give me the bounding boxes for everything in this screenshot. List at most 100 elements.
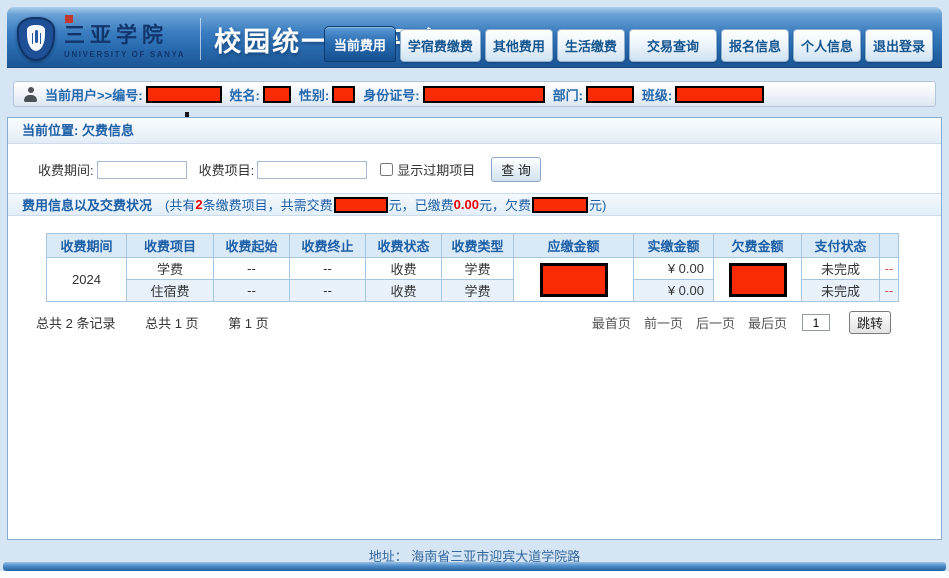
col-pay-status: 支付状态 [802, 234, 880, 258]
cell-status: 收费 [366, 258, 442, 280]
cell-amount-due-redacted [514, 258, 634, 302]
redacted-class [675, 86, 764, 103]
page: 三亚学院 UNIVERSITY OF SANYA 校园统一支付平台 当前费用 学… [0, 0, 949, 578]
col-end: 收费终止 [290, 234, 366, 258]
cell-end: -- [290, 258, 366, 280]
item-input[interactable] [257, 161, 367, 179]
current-page: 第 1 页 [228, 316, 268, 331]
field-label-gender: 性别: [299, 85, 329, 104]
redacted-total-due [334, 197, 388, 213]
redacted-total-arrears [532, 197, 588, 213]
redacted-gender [332, 86, 355, 103]
col-amount-owed: 欠费金额 [714, 234, 802, 258]
show-expired-label: 显示过期项目 [397, 160, 475, 179]
page-number-input[interactable] [802, 314, 830, 331]
tab-transaction-query[interactable]: 交易查询 [629, 29, 717, 62]
col-action [880, 234, 899, 258]
cell-amount-owed-redacted [714, 258, 802, 302]
university-name-cn: 三亚学院 [64, 19, 185, 49]
redacted-amount-owed [729, 263, 787, 297]
search-form: 收费期间: 收费项目: 显示过期项目 查 询 [8, 144, 941, 193]
field-label-name: 姓名: [230, 85, 260, 104]
col-type: 收费类型 [442, 234, 514, 258]
university-emblem-icon [17, 17, 55, 61]
period-label: 收费期间: [38, 160, 94, 179]
summary-seg-close: 元) [589, 195, 606, 214]
redacted-student-id [146, 86, 222, 103]
cell-pay-status: 未完成 [802, 280, 880, 302]
cell-start: -- [214, 280, 290, 302]
tab-logout[interactable]: 退出登录 [865, 29, 933, 62]
redacted-name [263, 86, 291, 103]
pagination-bar: 总共 2 条记录 总共 1 页 第 1 页 最首页 前一页 后一页 最后页 跳转 [36, 311, 891, 334]
seal-icon [65, 15, 73, 23]
footer-bottom-space [0, 571, 949, 578]
cell-start: -- [214, 258, 290, 280]
cell-action: -- [880, 258, 899, 280]
summary-seg-yuan2: 元，欠费 [479, 195, 531, 214]
university-name: 三亚学院 UNIVERSITY OF SANYA [64, 19, 185, 59]
table-header-row: 收费期间 收费项目 收费起始 收费终止 收费状态 收费类型 应缴金额 实缴金额 … [47, 234, 899, 258]
record-counts: 总共 2 条记录 总共 1 页 第 1 页 [36, 313, 295, 332]
summary-seg-open: (共有 [165, 195, 195, 214]
breadcrumb: 当前位置: 欠费信息 [8, 118, 941, 144]
cell-period: 2024 [47, 258, 127, 302]
col-amount-due: 应缴金额 [514, 234, 634, 258]
query-button[interactable]: 查 询 [491, 157, 541, 182]
summary-count: 2 [195, 197, 202, 212]
jump-button[interactable]: 跳转 [849, 311, 891, 334]
tab-current-fees[interactable]: 当前费用 [324, 26, 396, 62]
footer-strip [3, 562, 946, 571]
field-label-department: 部门: [553, 85, 583, 104]
col-period: 收费期间 [47, 234, 127, 258]
col-start: 收费起始 [214, 234, 290, 258]
show-expired-checkbox[interactable] [380, 163, 393, 176]
redacted-id-card [423, 86, 545, 103]
tab-registration-info[interactable]: 报名信息 [721, 29, 789, 62]
app-header: 三亚学院 UNIVERSITY OF SANYA 校园统一支付平台 当前费用 学… [7, 7, 942, 68]
col-status: 收费状态 [366, 234, 442, 258]
cell-item: 学费 [127, 258, 214, 280]
summary-seg-items: 条缴费项目，共需交费 [203, 195, 333, 214]
tab-personal-info[interactable]: 个人信息 [793, 29, 861, 62]
table-row: 2024 学费 -- -- 收费 学费 ¥ 0.00 未完成 -- [47, 258, 899, 280]
prev-page-link[interactable]: 前一页 [644, 313, 683, 332]
cell-end: -- [290, 280, 366, 302]
fees-table: 收费期间 收费项目 收费起始 收费终止 收费状态 收费类型 应缴金额 实缴金额 … [46, 233, 899, 302]
cell-type: 学费 [442, 258, 514, 280]
last-page-link[interactable]: 最后页 [748, 313, 787, 332]
field-label-id-card: 身份证号: [363, 85, 419, 104]
col-amount-paid: 实缴金额 [634, 234, 714, 258]
total-records: 总共 2 条记录 [36, 316, 115, 331]
period-input[interactable] [97, 161, 187, 179]
cell-status: 收费 [366, 280, 442, 302]
next-page-link[interactable]: 后一页 [696, 313, 735, 332]
summary-title: 费用信息以及交费状况 [22, 195, 152, 214]
col-item: 收费项目 [127, 234, 214, 258]
tab-other-fees[interactable]: 其他费用 [485, 29, 553, 62]
summary-paid: 0.00 [454, 197, 479, 212]
cell-type: 学费 [442, 280, 514, 302]
main-nav: 当前费用 学宿费缴费 其他费用 生活缴费 交易查询 报名信息 个人信息 退出登录 [324, 26, 933, 62]
tab-tuition-dorm-payment[interactable]: 学宿费缴费 [400, 29, 481, 62]
cell-pay-status: 未完成 [802, 258, 880, 280]
cell-amount-paid: ¥ 0.00 [634, 258, 714, 280]
logo-divider [200, 18, 201, 60]
item-label: 收费项目: [199, 160, 255, 179]
cell-item: 住宿费 [127, 280, 214, 302]
field-label-id: 编号: [112, 85, 142, 104]
field-label-class: 班级: [642, 85, 672, 104]
university-name-en: UNIVERSITY OF SANYA [64, 50, 185, 59]
total-pages: 总共 1 页 [145, 316, 198, 331]
fee-summary-bar: 费用信息以及交费状况 (共有2条缴费项目，共需交费 元，已缴费0.00元，欠费 元) [8, 193, 941, 216]
content-panel: 当前位置: 欠费信息 收费期间: 收费项目: 显示过期项目 查 询 费用信息以及… [7, 117, 942, 540]
user-prefix: 当前用户>> [45, 85, 112, 104]
user-icon [23, 87, 38, 102]
cell-amount-paid: ¥ 0.00 [634, 280, 714, 302]
summary-seg-yuan1: 元，已缴费 [389, 195, 454, 214]
cell-action: -- [880, 280, 899, 302]
redacted-amount-due [540, 263, 608, 297]
redacted-department [586, 86, 634, 103]
first-page-link[interactable]: 最首页 [592, 313, 631, 332]
tab-living-payment[interactable]: 生活缴费 [557, 29, 625, 62]
